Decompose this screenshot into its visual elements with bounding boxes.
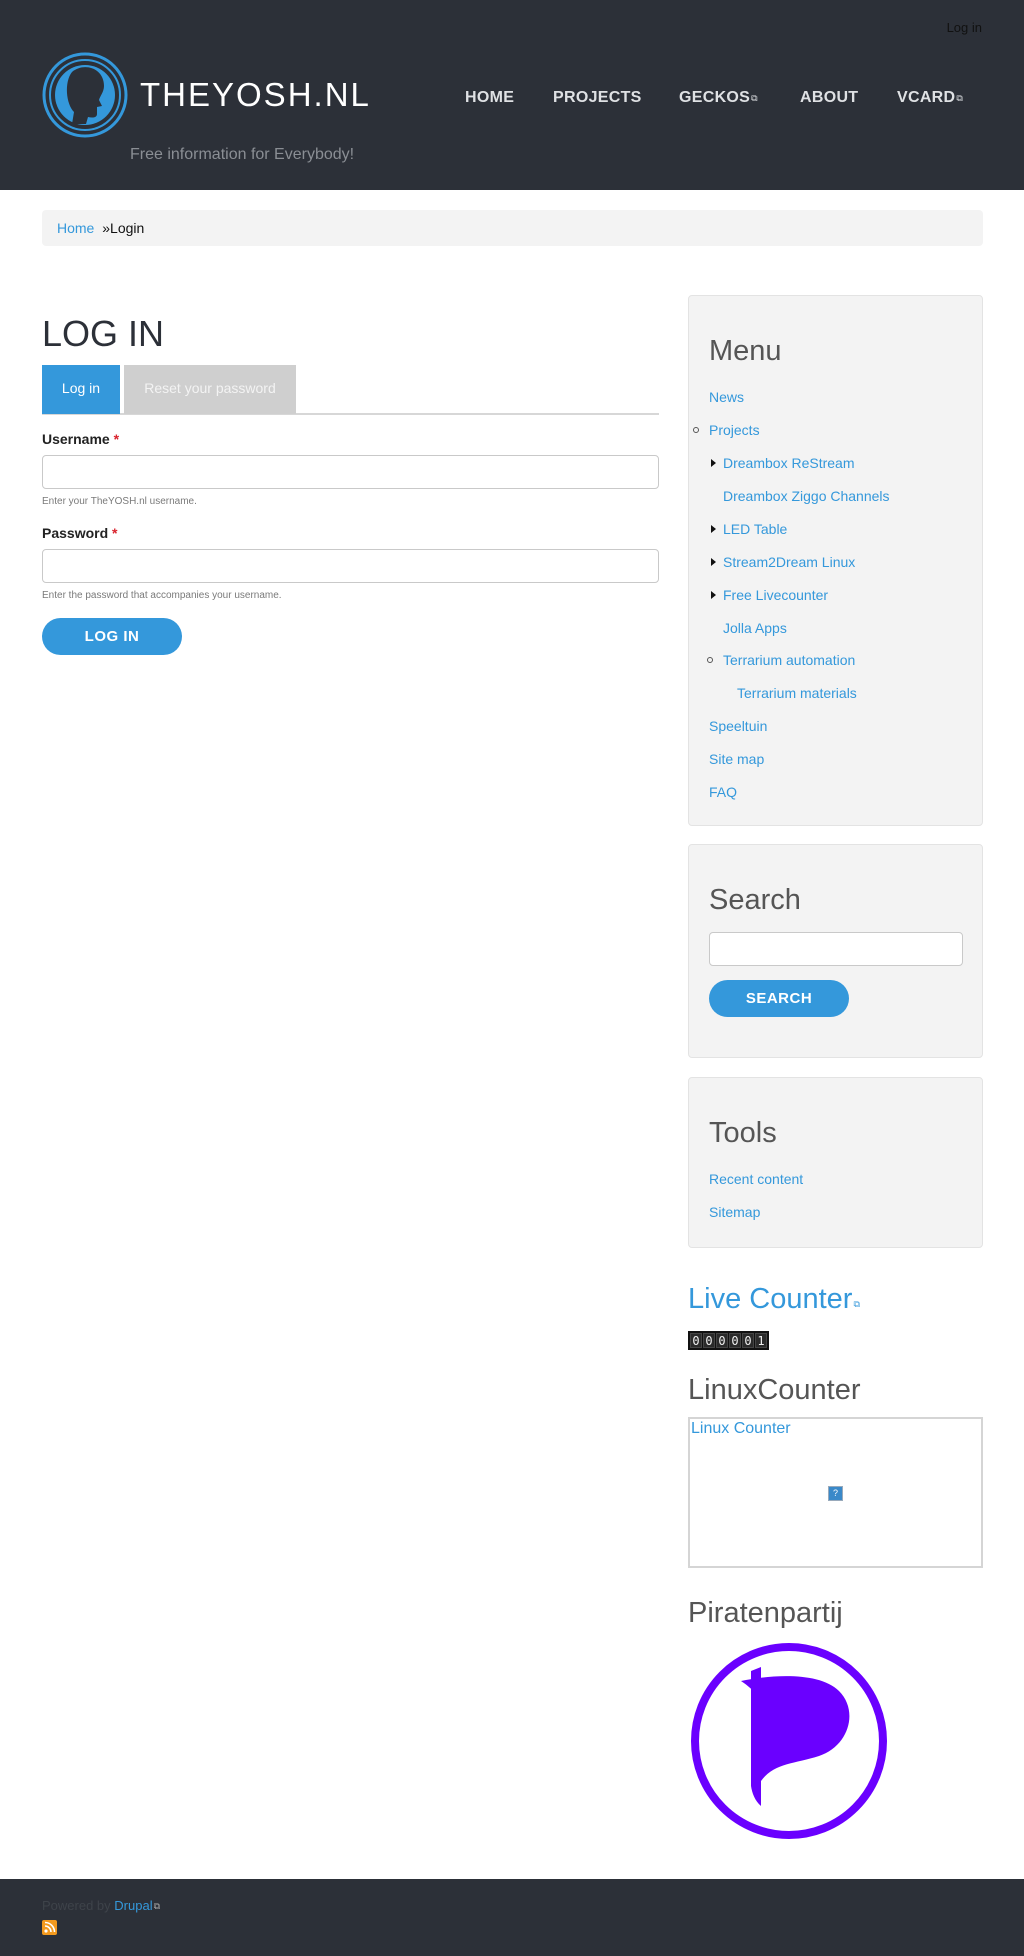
nav-projects[interactable]: PROJECTS xyxy=(553,89,642,107)
external-link-icon: ⧉ xyxy=(853,1299,860,1309)
nav-projects-label: PROJECTS xyxy=(553,89,642,106)
menu-item-faq[interactable]: FAQ xyxy=(709,784,737,800)
broken-image-icon[interactable]: ? xyxy=(828,1486,843,1501)
search-input[interactable] xyxy=(709,932,963,966)
required-marker: * xyxy=(112,525,118,541)
linux-counter-link[interactable]: Linux Counter xyxy=(691,1420,791,1438)
nav-geckos-label: GECKOS xyxy=(679,89,751,106)
site-footer: Powered by Drupal⧉ xyxy=(0,1879,1024,1956)
nav-home-label: HOME xyxy=(465,89,515,106)
powered-by-text: Powered by xyxy=(42,1898,111,1913)
collapsed-arrow-icon xyxy=(711,558,716,566)
menu-item-site-map[interactable]: Site map xyxy=(709,751,764,767)
collapsed-arrow-icon xyxy=(711,525,716,533)
main-navigation: HOME PROJECTS GECKOS⧉ ABOUT VCARD⧉ xyxy=(0,89,1024,113)
counter-digit: 0 xyxy=(690,1333,702,1348)
external-link-icon: ⧉ xyxy=(153,1901,161,1911)
tools-item-sitemap[interactable]: Sitemap xyxy=(709,1204,760,1220)
counter-digit: 0 xyxy=(729,1333,741,1348)
nav-about-label: ABOUT xyxy=(800,89,859,106)
password-input[interactable] xyxy=(42,549,659,583)
password-help: Enter the password that accompanies your… xyxy=(42,590,282,601)
required-marker: * xyxy=(113,431,120,447)
search-button[interactable]: SEARCH xyxy=(709,980,849,1017)
menu-item-free-livecounter[interactable]: Free Livecounter xyxy=(723,587,828,603)
login-submit-button[interactable]: LOG IN xyxy=(42,618,182,655)
site-header: Log in THEYOSH.NL Free information for E… xyxy=(0,0,1024,190)
external-link-icon: ⧉ xyxy=(956,93,964,103)
nav-about[interactable]: ABOUT xyxy=(800,89,858,107)
powered-by: Powered by Drupal⧉ xyxy=(42,1898,160,1913)
menu-item-projects[interactable]: Projects xyxy=(709,422,760,438)
username-input[interactable] xyxy=(42,455,659,489)
live-counter-display[interactable]: 0 0 0 0 0 1 xyxy=(688,1331,769,1350)
pirates-title: Piratenpartij xyxy=(688,1597,843,1629)
menu-item-led-table[interactable]: LED Table xyxy=(723,521,787,537)
search-block: Search SEARCH xyxy=(688,844,983,1058)
menu-item-speeltuin[interactable]: Speeltuin xyxy=(709,718,767,734)
page-title: LOG IN xyxy=(42,313,165,354)
expanded-bullet-icon xyxy=(707,657,713,663)
pirate-party-logo-icon[interactable] xyxy=(689,1641,889,1841)
counter-digit: 0 xyxy=(703,1333,715,1348)
counter-digit: 0 xyxy=(716,1333,728,1348)
nav-vcard[interactable]: VCARD⧉ xyxy=(897,89,963,107)
nav-geckos[interactable]: GECKOS⧉ xyxy=(679,89,758,107)
collapsed-arrow-icon xyxy=(711,591,716,599)
login-tabs: Log in Reset your password xyxy=(42,365,659,415)
menu-item-dreambox-ziggo[interactable]: Dreambox Ziggo Channels xyxy=(723,488,890,504)
tab-login[interactable]: Log in xyxy=(42,365,120,414)
counter-digit: 0 xyxy=(742,1333,754,1348)
live-counter-link[interactable]: Live Counter⧉ xyxy=(688,1283,860,1316)
collapsed-arrow-icon xyxy=(711,459,716,467)
live-counter-title: Live Counter xyxy=(688,1283,853,1315)
tools-block: Tools Recent content Sitemap xyxy=(688,1077,983,1248)
menu-item-dreambox-restream[interactable]: Dreambox ReStream xyxy=(723,455,855,471)
top-login-link[interactable]: Log in xyxy=(947,20,982,35)
menu-item-news[interactable]: News xyxy=(709,389,744,405)
tools-block-title: Tools xyxy=(709,1117,777,1149)
menu-item-stream2dream[interactable]: Stream2Dream Linux xyxy=(723,554,855,570)
tab-reset-password[interactable]: Reset your password xyxy=(124,365,296,414)
site-slogan: Free information for Everybody! xyxy=(130,146,355,163)
username-label: Username * xyxy=(42,431,119,447)
nav-home[interactable]: HOME xyxy=(465,89,514,107)
search-block-title: Search xyxy=(709,884,801,916)
nav-vcard-label: VCARD xyxy=(897,89,956,106)
username-label-text: Username xyxy=(42,431,110,447)
external-link-icon: ⧉ xyxy=(751,93,758,103)
menu-item-jolla-apps[interactable]: Jolla Apps xyxy=(723,620,787,636)
password-label-text: Password xyxy=(42,525,109,541)
rss-feed-icon[interactable] xyxy=(42,1920,57,1935)
counter-digit: 1 xyxy=(755,1333,767,1348)
breadcrumb-separator: » xyxy=(102,220,111,236)
tools-item-recent-content[interactable]: Recent content xyxy=(709,1171,803,1187)
menu-block-title: Menu xyxy=(709,335,782,367)
menu-block: Menu News Projects Dreambox ReStream Dre… xyxy=(688,295,983,826)
password-label: Password * xyxy=(42,525,117,541)
drupal-link[interactable]: Drupal xyxy=(114,1898,152,1913)
linux-counter-frame: Linux Counter ? xyxy=(688,1417,983,1568)
breadcrumb: Home »Login xyxy=(42,210,983,246)
menu-item-terrarium-automation[interactable]: Terrarium automation xyxy=(723,652,855,668)
menu-item-terrarium-materials[interactable]: Terrarium materials xyxy=(737,685,857,701)
linux-counter-title: LinuxCounter xyxy=(688,1374,861,1406)
expanded-bullet-icon xyxy=(693,427,699,433)
username-help: Enter your TheYOSH.nl username. xyxy=(42,496,197,507)
breadcrumb-home[interactable]: Home xyxy=(57,220,94,236)
breadcrumb-current: Login xyxy=(110,220,145,236)
